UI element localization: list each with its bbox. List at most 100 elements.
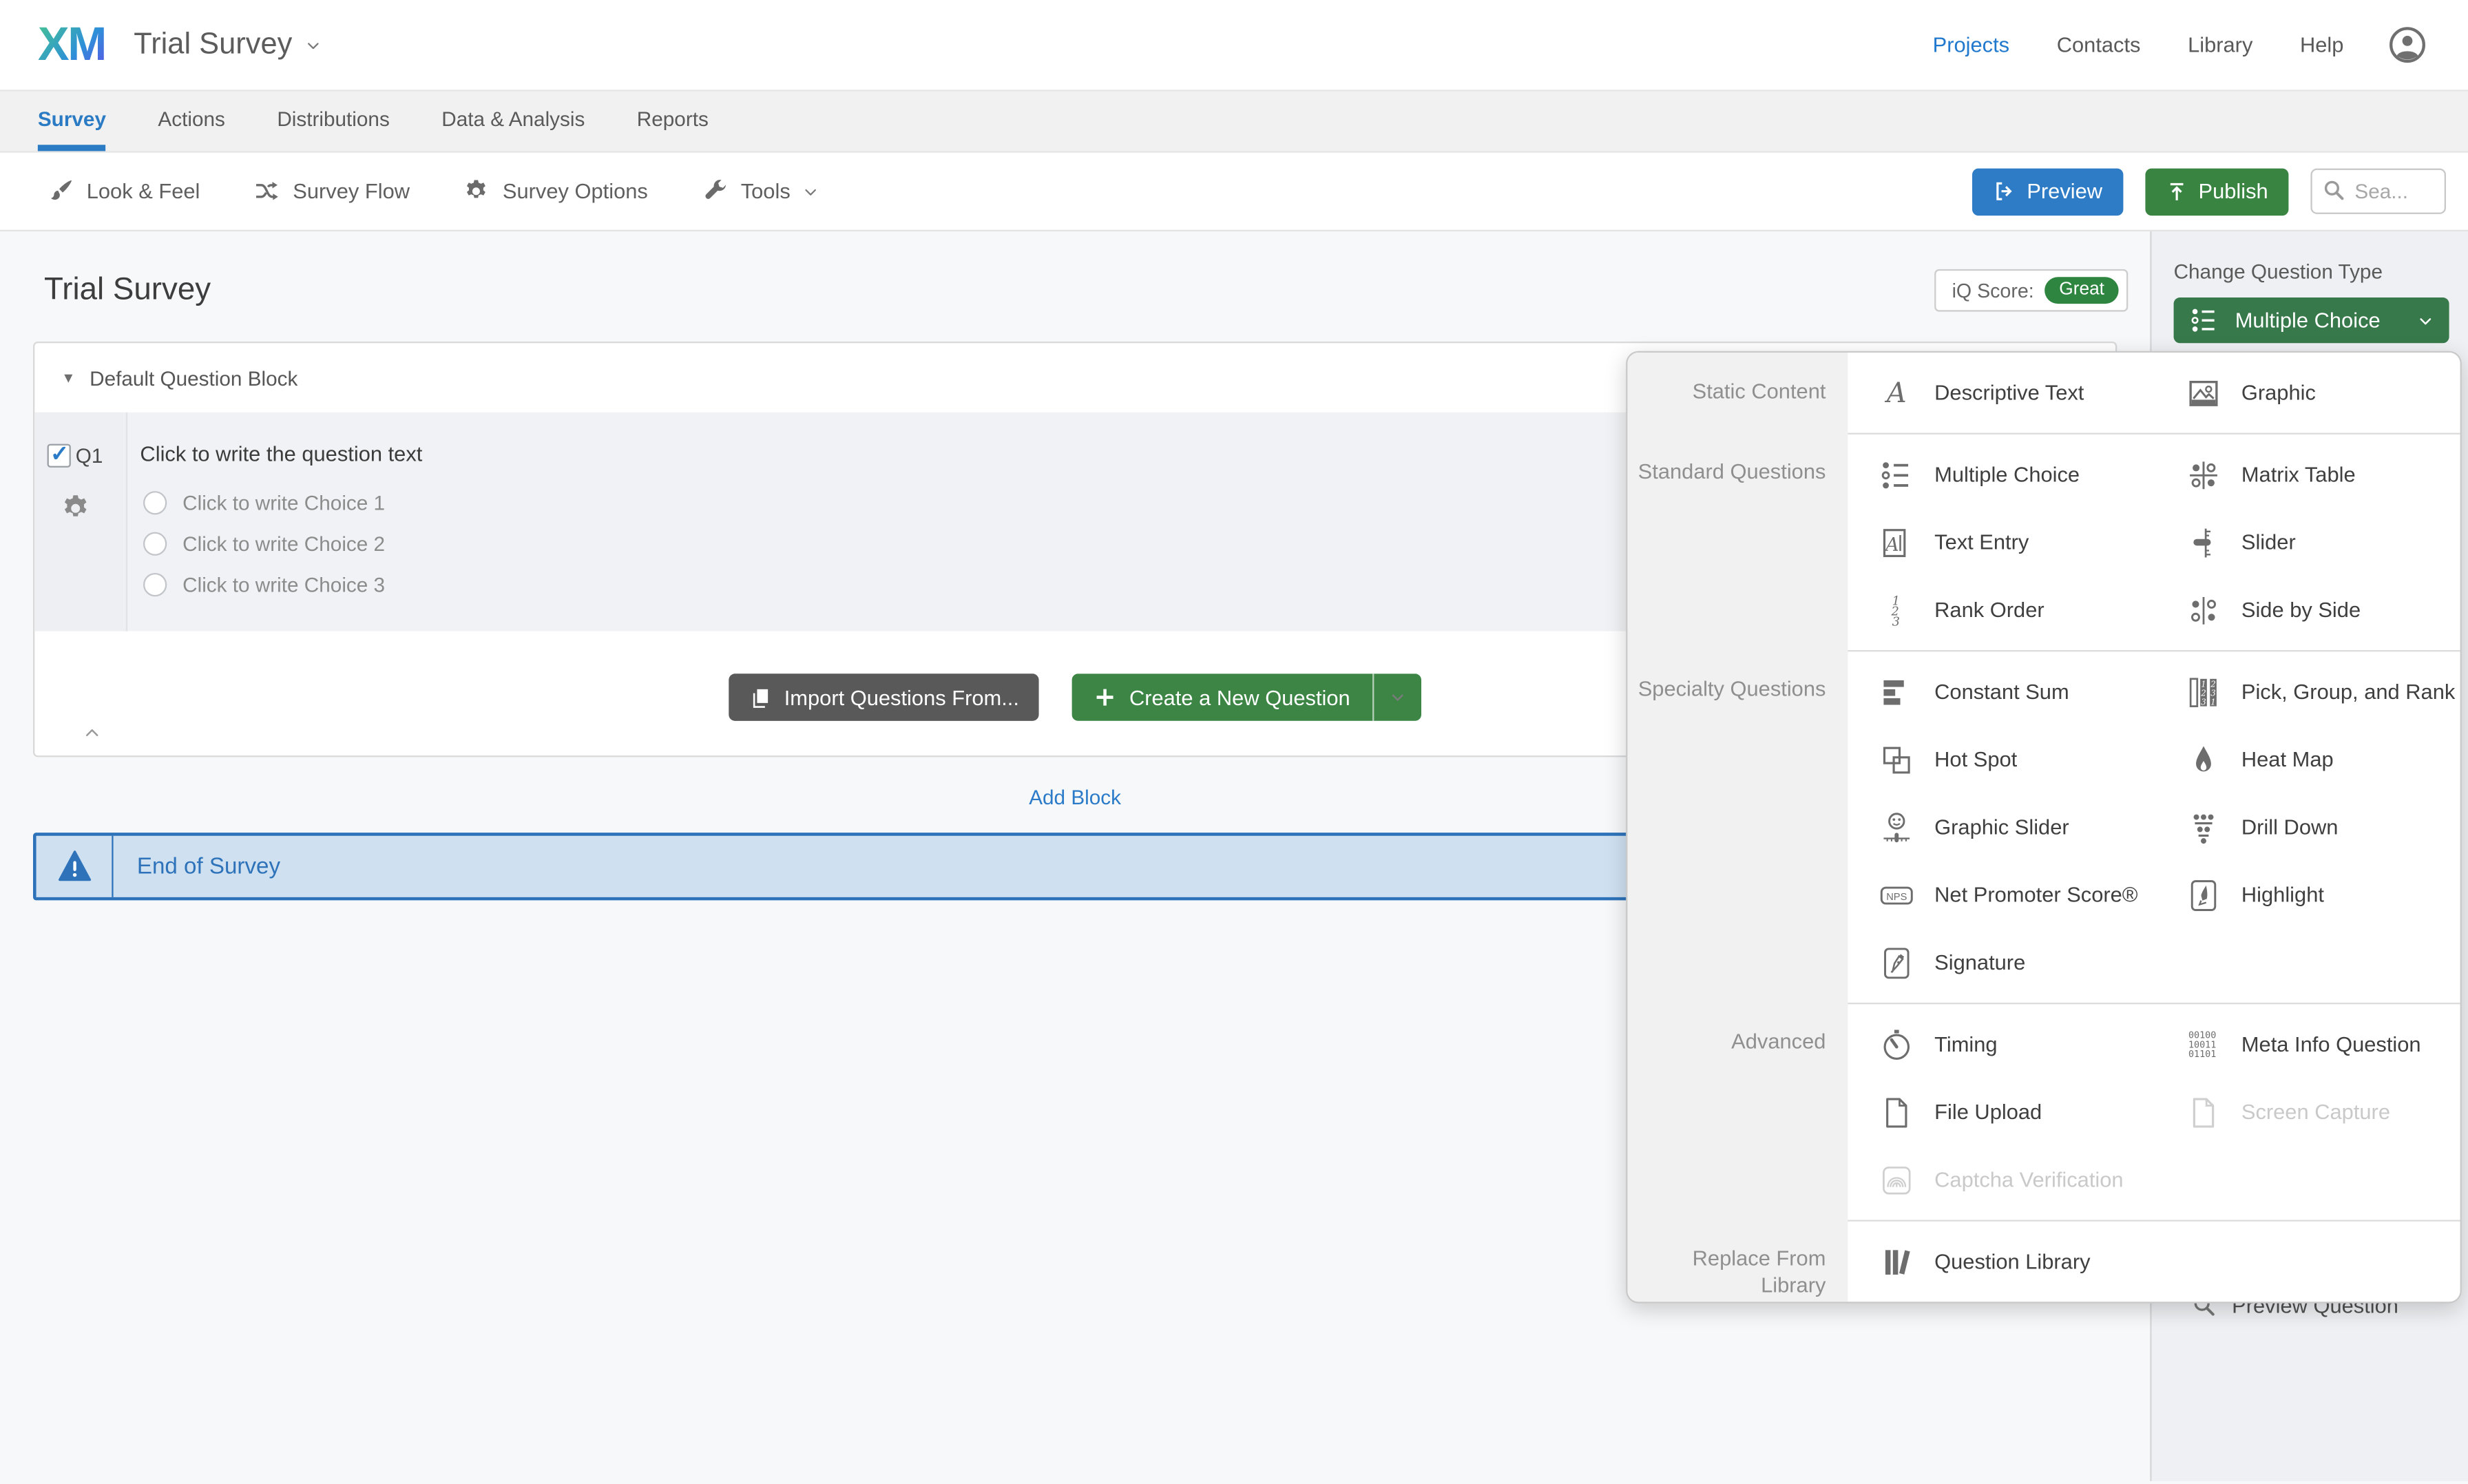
text-entry-icon: A <box>1879 525 1914 559</box>
menu-item-screen-capture: Screen Capture <box>2155 1078 2460 1146</box>
radio-icon <box>143 490 167 514</box>
multiple-choice-icon <box>2189 305 2219 335</box>
menu-item-label: Rank Order <box>1934 598 2045 622</box>
project-title-menu[interactable]: Trial Survey <box>134 28 320 62</box>
user-avatar-icon[interactable] <box>2387 25 2427 65</box>
tab-actions[interactable]: Actions <box>158 92 224 151</box>
survey-options-button[interactable]: Survey Options <box>463 178 648 205</box>
menu-item-highlight[interactable]: Highlight <box>2155 861 2460 928</box>
drill-down-icon <box>2186 810 2221 844</box>
menu-item-file-upload[interactable]: File Upload <box>1848 1078 2155 1146</box>
import-questions-label: Import Questions From... <box>784 685 1019 709</box>
svg-text:01101: 01101 <box>2188 1049 2216 1059</box>
tools-button[interactable]: Tools <box>702 178 819 205</box>
nav-item-library[interactable]: Library <box>2188 33 2252 56</box>
menu-item-label: Timing <box>1934 1032 1997 1056</box>
survey-flow-button[interactable]: Survey Flow <box>253 178 410 205</box>
tool-item-label: Tools <box>741 180 791 203</box>
menu-item-drill-down[interactable]: Drill Down <box>2155 793 2460 861</box>
menu-items-grid: ADescriptive Text Graphic <box>1848 353 2460 433</box>
menu-item-pick-group-and-rank[interactable]: 123231 Pick, Group, and Rank <box>2155 658 2460 725</box>
menu-item-matrix-table[interactable]: Matrix Table <box>2155 441 2460 508</box>
menu-item-net-promoter-score[interactable]: NPSNet Promoter Score® <box>1848 861 2155 928</box>
create-question-label: Create a New Question <box>1129 685 1350 709</box>
publish-button-label: Publish <box>2198 180 2268 203</box>
create-question-split-button: Create a New Question <box>1073 673 1421 721</box>
current-question-type: Multiple Choice <box>2235 309 2381 332</box>
question-checkbox[interactable]: ✓ <box>48 444 71 468</box>
menu-item-heat-map[interactable]: Heat Map <box>2155 726 2460 793</box>
xm-logo[interactable]: XM <box>38 21 105 69</box>
menu-item-captcha-verification: Captcha Verification <box>1848 1146 2155 1213</box>
menu-item-label: Screen Capture <box>2241 1100 2390 1124</box>
global-nav: Projects Contacts Library Help <box>1933 33 2344 56</box>
nav-item-projects[interactable]: Projects <box>1933 33 2010 56</box>
menu-item-label: File Upload <box>1934 1100 2042 1124</box>
menu-item-text-entry[interactable]: AText Entry <box>1848 508 2155 576</box>
menu-item-meta-info-question[interactable]: 001001001101101Meta Info Question <box>2155 1010 2460 1078</box>
menu-item-slider[interactable]: Slider <box>2155 508 2460 576</box>
svg-text:1: 1 <box>2210 697 2215 707</box>
create-question-dropdown[interactable] <box>1372 673 1421 721</box>
menu-item-label: Graphic <box>2241 381 2316 404</box>
menu-item-constant-sum[interactable]: Constant Sum <box>1848 658 2155 725</box>
menu-item-multiple-choice[interactable]: Multiple Choice <box>1848 441 2155 508</box>
toolbar-right: Preview Publish <box>1972 167 2446 215</box>
menu-item-timing[interactable]: Timing <box>1848 1010 2155 1078</box>
captcha-icon <box>1879 1162 1914 1197</box>
collapse-triangle-icon[interactable]: ▼ <box>61 370 75 386</box>
wrench-icon <box>702 178 729 205</box>
tab-reports[interactable]: Reports <box>637 92 709 151</box>
menu-item-descriptive-text[interactable]: ADescriptive Text <box>1848 359 2155 426</box>
question-type-dropdown-button[interactable]: Multiple Choice <box>2174 297 2449 343</box>
menu-item-graphic-slider[interactable]: Graphic Slider <box>1848 793 2155 861</box>
block-title: Default Question Block <box>90 366 297 389</box>
choice-label: Click to write Choice 1 <box>182 490 385 514</box>
graphic-icon <box>2186 375 2221 410</box>
nps-icon: NPS <box>1879 877 1914 912</box>
chevron-down-icon <box>803 183 819 199</box>
menu-item-rank-order[interactable]: 123 Rank Order <box>1848 576 2155 644</box>
preview-button[interactable]: Preview <box>1972 167 2122 215</box>
menu-item-graphic[interactable]: Graphic <box>2155 359 2460 426</box>
publish-button[interactable]: Publish <box>2145 167 2289 215</box>
nav-item-contacts[interactable]: Contacts <box>2057 33 2141 56</box>
check-icon: ✓ <box>50 441 69 468</box>
preview-button-label: Preview <box>2027 180 2102 203</box>
menu-item-label: Highlight <box>2241 883 2324 906</box>
question-gutter: ✓ Q1 <box>34 412 127 631</box>
copy-pages-icon <box>749 685 773 709</box>
iq-score-chip[interactable]: iQ Score: Great <box>1934 269 2128 312</box>
menu-item-hot-spot[interactable]: Hot Spot <box>1848 726 2155 793</box>
rank-order-icon: 123 <box>1879 593 1914 627</box>
menu-item-question-library[interactable]: Question Library <box>1848 1228 2155 1295</box>
tab-survey[interactable]: Survey <box>38 92 106 151</box>
question-gear-icon[interactable] <box>60 492 92 524</box>
create-question-button[interactable]: Create a New Question <box>1073 673 1372 721</box>
menu-item-signature[interactable]: Signature <box>1848 929 2155 996</box>
qualtrics-survey-editor: XM Trial Survey Projects Contacts Librar… <box>0 0 2468 1483</box>
multiple-choice-icon <box>1879 457 1914 492</box>
svg-text:1: 1 <box>2201 678 2206 688</box>
menu-item-label: Side by Side <box>2241 598 2361 622</box>
svg-text:NPS: NPS <box>1886 891 1907 902</box>
page-title: Trial Survey <box>44 272 211 309</box>
pick-group-rank-icon: 123231 <box>2186 674 2221 709</box>
menu-item-label: Descriptive Text <box>1934 381 2084 404</box>
matrix-table-icon <box>2186 457 2221 492</box>
collapse-block-caret-icon[interactable] <box>82 722 103 743</box>
choice-label: Click to write Choice 3 <box>182 572 385 596</box>
chevron-down-icon <box>305 37 321 53</box>
look-and-feel-button[interactable]: Look & Feel <box>48 178 200 205</box>
nav-item-help[interactable]: Help <box>2300 33 2343 56</box>
heat-map-icon <box>2186 742 2221 777</box>
highlight-icon <box>2186 877 2221 912</box>
menu-item-side-by-side[interactable]: Side by Side <box>2155 576 2460 644</box>
warning-triangle-icon <box>56 848 92 885</box>
search-box <box>2310 169 2446 214</box>
import-questions-button[interactable]: Import Questions From... <box>729 673 1040 721</box>
tab-data-analysis[interactable]: Data & Analysis <box>441 92 585 151</box>
menu-item-label: Drill Down <box>2241 815 2339 839</box>
tab-distributions[interactable]: Distributions <box>277 92 390 151</box>
menu-item-label: Pick, Group, and Rank <box>2241 680 2455 703</box>
